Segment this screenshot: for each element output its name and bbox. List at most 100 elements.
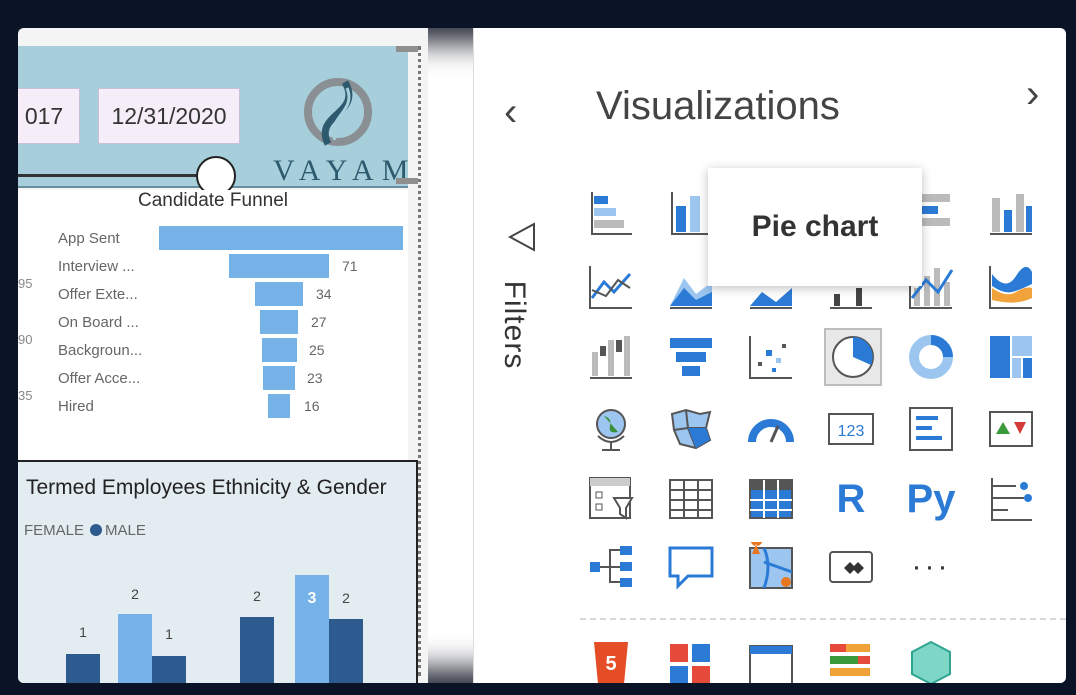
stacked-bar-chart-icon[interactable] — [584, 186, 638, 240]
pie-chart-tooltip: Pie chart — [708, 168, 922, 286]
chart-title: Termed Employees Ethnicity & Gender — [26, 476, 387, 499]
report-header: 017 12/31/2020 VAYAM — [18, 46, 417, 196]
funnel-value: 34 — [316, 286, 332, 302]
bar-male[interactable] — [152, 656, 186, 683]
paginated-report-icon[interactable] — [824, 540, 878, 594]
svg-text:123: 123 — [838, 423, 865, 440]
clustered-column-chart-icon[interactable] — [984, 186, 1038, 240]
visualizations-pane: Visualizations › 123 R Py ··· 5 Pie char… — [560, 28, 1066, 683]
slicer-icon[interactable] — [584, 472, 638, 526]
axis-label: 35 — [18, 388, 33, 403]
treemap-icon[interactable] — [984, 330, 1038, 384]
matrix-icon[interactable] — [744, 472, 798, 526]
tile-grid-visual-icon[interactable] — [664, 636, 718, 683]
funnel-bar[interactable] — [263, 366, 295, 390]
filters-label[interactable]: Filters — [497, 265, 531, 385]
funnel-bar[interactable] — [262, 338, 297, 362]
logo-text: VAYAM — [273, 154, 417, 187]
bar-male[interactable] — [66, 654, 100, 683]
table-icon[interactable] — [664, 472, 718, 526]
filled-map-icon[interactable] — [664, 402, 718, 456]
funnel-value: 16 — [304, 398, 320, 414]
funnel-bar[interactable] — [255, 282, 303, 306]
termed-employees-chart[interactable]: Termed Employees Ethnicity & Gender FEMA… — [18, 460, 418, 683]
filters-pane: ‹ Filters — [473, 28, 561, 683]
funnel-stage-label: Backgroun... — [58, 342, 143, 359]
chart-legend: FEMALE MALE — [24, 522, 146, 539]
waterfall-chart-icon[interactable] — [584, 330, 638, 384]
resize-handle[interactable] — [396, 46, 418, 52]
multi-row-card-icon[interactable] — [904, 402, 958, 456]
funnel-stage-label: Hired — [58, 398, 94, 415]
chart-title: Candidate Funnel — [138, 190, 288, 211]
app-window: 017 12/31/2020 VAYAM Candidate Funnel 95… — [18, 28, 1066, 683]
date-slider-track[interactable] — [18, 174, 218, 177]
candidate-funnel-chart[interactable]: Candidate Funnel 95 90 35 App Sent Inter… — [18, 190, 408, 460]
bar-value: 1 — [165, 626, 173, 642]
more-visuals-icon[interactable]: ··· — [904, 540, 958, 594]
line-chart-icon[interactable] — [584, 260, 638, 314]
funnel-value: 23 — [307, 370, 323, 386]
r-label: R — [836, 476, 866, 521]
bar-value: 3 — [307, 590, 317, 607]
funnel-bar[interactable] — [260, 310, 298, 334]
axis-label: 95 — [18, 276, 33, 291]
qna-icon[interactable] — [664, 540, 718, 594]
card-icon[interactable]: 123 — [824, 402, 878, 456]
funnel-value: 27 — [311, 314, 327, 330]
axis-label: 90 — [18, 332, 33, 347]
funnel-bar[interactable] — [229, 254, 329, 278]
chevron-left-icon[interactable]: ‹ — [504, 90, 517, 135]
pane-title: Visualizations — [596, 84, 840, 128]
legend-female: FEMALE — [24, 522, 85, 539]
pie-chart-icon[interactable] — [824, 328, 882, 386]
vayam-logo: VAYAM — [273, 74, 417, 187]
funnel-bar[interactable] — [268, 394, 290, 418]
kpi-icon[interactable] — [984, 402, 1038, 456]
scatter-chart-icon[interactable] — [744, 330, 798, 384]
report-canvas: 017 12/31/2020 VAYAM Candidate Funnel 95… — [18, 28, 428, 683]
bar-value: 2 — [342, 590, 350, 606]
funnel-bar[interactable] — [159, 226, 403, 250]
py-label: Py — [906, 476, 956, 521]
legend-dot-icon — [90, 524, 103, 536]
bar-value: 2 — [253, 588, 261, 604]
gauge-icon[interactable] — [744, 402, 798, 456]
funnel-value: 25 — [309, 342, 325, 358]
funnel-stage-label: Interview ... — [58, 258, 135, 275]
html5-visual-icon[interactable]: 5 — [584, 636, 638, 683]
bar-male[interactable] — [240, 617, 274, 683]
funnel-stage-label: On Board ... — [58, 314, 139, 331]
pane-divider — [580, 618, 1066, 620]
azure-map-icon[interactable] — [744, 540, 798, 594]
more-label: ··· — [911, 550, 951, 583]
funnel-stage-label: App Sent — [58, 230, 120, 247]
filter-icon[interactable] — [504, 220, 538, 262]
funnel-value: 71 — [342, 258, 358, 274]
chevron-right-icon[interactable]: › — [1026, 72, 1039, 117]
logo-mark-icon — [304, 78, 372, 146]
decomposition-tree-icon[interactable] — [584, 540, 638, 594]
donut-chart-icon[interactable] — [904, 330, 958, 384]
funnel-stage-label: Offer Exte... — [58, 286, 138, 303]
funnel-chart-icon[interactable] — [664, 330, 718, 384]
bar-value: 1 — [79, 624, 87, 640]
resize-handle[interactable] — [396, 178, 418, 184]
r-script-visual-icon[interactable]: R — [824, 472, 878, 526]
funnel-stage-label: Offer Acce... — [58, 370, 141, 387]
bar-value: 2 — [131, 586, 139, 602]
key-influencers-icon[interactable] — [984, 472, 1038, 526]
start-date-input[interactable]: 017 — [18, 88, 80, 144]
legend-male: MALE — [105, 522, 146, 539]
bullet-chart-icon[interactable] — [824, 636, 878, 683]
selection-border — [418, 46, 421, 676]
map-globe-icon[interactable] — [584, 402, 638, 456]
bar-male[interactable] — [329, 619, 363, 683]
end-date-input[interactable]: 12/31/2020 — [98, 88, 240, 144]
calendar-visual-icon[interactable] — [744, 636, 798, 683]
bar-female[interactable] — [118, 614, 152, 683]
python-visual-icon[interactable]: Py — [904, 472, 958, 526]
svg-text:5: 5 — [605, 653, 616, 675]
hexagon-visual-icon[interactable] — [904, 636, 958, 683]
ribbon-chart-icon[interactable] — [984, 260, 1038, 314]
